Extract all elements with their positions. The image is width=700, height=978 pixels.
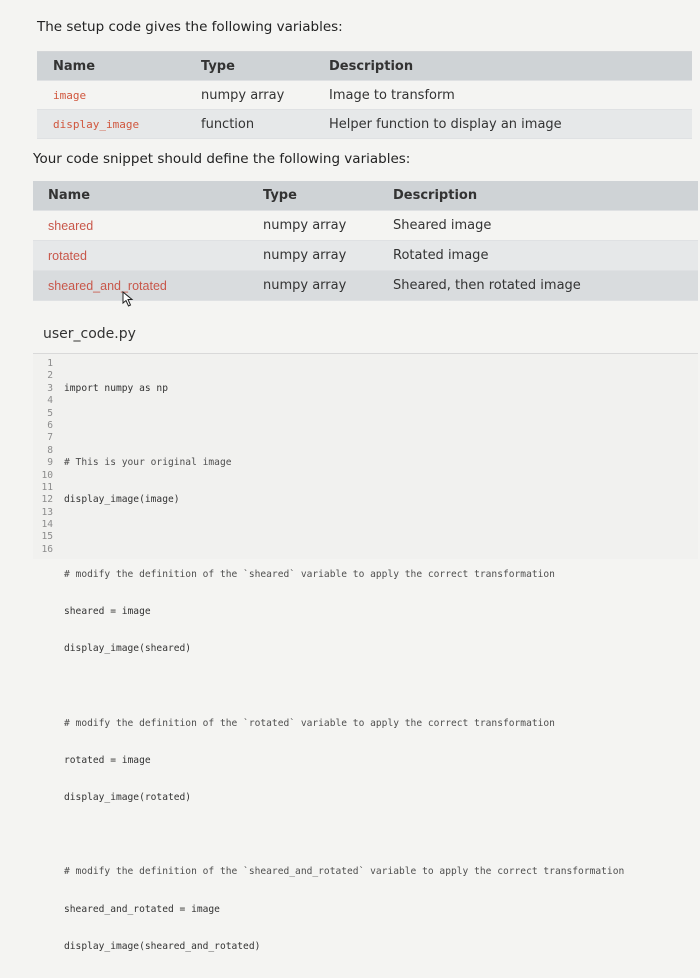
var-type: numpy array — [248, 240, 378, 271]
var-description: Sheared, then rotated image — [378, 270, 698, 301]
line-number: 12 — [41, 494, 53, 506]
line-number: 8 — [47, 444, 53, 456]
line-number: 4 — [47, 395, 53, 407]
code-lines[interactable]: import numpy as np # This is your origin… — [64, 358, 624, 978]
line-number: 16 — [41, 543, 53, 555]
code-line[interactable]: display_image(rotated) — [64, 792, 624, 804]
code-editor[interactable]: 1 2 3 4 5 6 7 8 9 10 11 12 13 14 15 16 i… — [33, 353, 698, 952]
var-name: sheared — [33, 210, 248, 241]
header-type: Type — [185, 51, 313, 81]
code-line[interactable]: rotated = image — [64, 755, 624, 767]
var-name: display_image — [37, 109, 185, 139]
code-line[interactable]: sheared = image — [64, 606, 624, 618]
header-name: Name — [33, 181, 248, 211]
var-description: Sheared image — [378, 210, 698, 241]
editor-filename: user_code.py — [43, 326, 136, 342]
var-name: sheared_and_rotated — [33, 270, 248, 301]
code-line[interactable]: import numpy as np — [64, 383, 624, 395]
setup-variables-table: Name Type Description image numpy array … — [37, 51, 692, 139]
code-line[interactable]: # modify the definition of the `sheared_… — [64, 866, 624, 878]
table-header-row: Name Type Description — [33, 181, 698, 211]
header-type: Type — [248, 181, 378, 211]
code-line[interactable] — [64, 829, 624, 841]
line-number: 11 — [41, 481, 53, 493]
line-number: 7 — [47, 432, 53, 444]
code-line[interactable]: # modify the definition of the `rotated`… — [64, 718, 624, 730]
var-type: function — [185, 109, 313, 139]
table-row: display_image function Helper function t… — [37, 109, 692, 139]
code-line[interactable]: display_image(sheared) — [64, 643, 624, 655]
line-number: 5 — [47, 407, 53, 419]
define-intro: Your code snippet should define the foll… — [33, 151, 411, 167]
var-description: Helper function to display an image — [313, 109, 692, 139]
var-type: numpy array — [185, 80, 313, 110]
code-line[interactable]: # This is your original image — [64, 457, 624, 469]
line-number: 13 — [41, 506, 53, 518]
line-number: 2 — [47, 370, 53, 382]
table-row: rotated numpy array Rotated image — [33, 240, 698, 271]
code-line[interactable] — [64, 420, 624, 432]
var-type: numpy array — [248, 210, 378, 241]
header-description: Description — [378, 181, 698, 211]
line-number: 1 — [47, 358, 53, 369]
code-line[interactable] — [64, 680, 624, 692]
line-number: 15 — [41, 531, 53, 543]
code-line[interactable]: display_image(image) — [64, 494, 624, 506]
code-line[interactable]: sheared_and_rotated = image — [64, 904, 624, 916]
line-number: 14 — [41, 519, 53, 531]
line-number: 6 — [47, 419, 53, 431]
code-line[interactable] — [64, 532, 624, 544]
code-line[interactable]: display_image(sheared_and_rotated) — [64, 941, 624, 953]
line-number: 10 — [41, 469, 53, 481]
table-row: image numpy array Image to transform — [37, 80, 692, 110]
var-description: Rotated image — [378, 240, 698, 271]
var-description: Image to transform — [313, 80, 692, 110]
var-name: image — [37, 80, 185, 110]
var-type: numpy array — [248, 270, 378, 301]
code-line[interactable]: # modify the definition of the `sheared`… — [64, 569, 624, 581]
line-number-gutter: 1 2 3 4 5 6 7 8 9 10 11 12 13 14 15 16 — [33, 358, 53, 556]
define-variables-table: Name Type Description sheared numpy arra… — [33, 181, 698, 301]
var-name: rotated — [33, 240, 248, 271]
table-header-row: Name Type Description — [37, 51, 692, 81]
line-number: 9 — [47, 457, 53, 469]
mouse-pointer-icon — [122, 291, 134, 307]
line-number: 3 — [47, 382, 53, 394]
setup-intro: The setup code gives the following varia… — [37, 19, 343, 35]
table-row: sheared numpy array Sheared image — [33, 210, 698, 241]
header-name: Name — [37, 51, 185, 81]
header-description: Description — [313, 51, 692, 81]
